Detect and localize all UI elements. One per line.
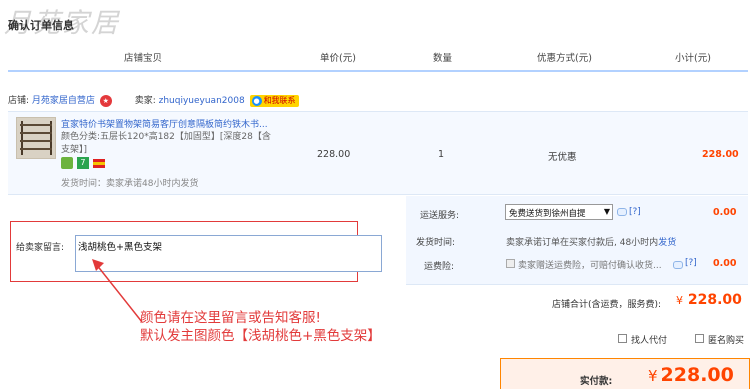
sku-line-1: 颜色分类:五层长120*高182【加固型】[深度28【含	[61, 132, 271, 142]
page-title: 确认订单信息	[8, 19, 74, 32]
shop-label: 店铺:	[8, 96, 30, 106]
annotation-line-1: 颜色请在这里留言或告知客服!	[140, 310, 321, 326]
shop-name-link[interactable]: 月苑家居自营店	[32, 96, 95, 106]
annotation-line-2: 默认发主图颜色【浅胡桃色+黑色支架】	[140, 328, 381, 344]
delivery-promise-link[interactable]: 发货	[658, 238, 676, 248]
contact-seller-button[interactable]: ● 和我联系	[249, 95, 299, 107]
item-subtotal: 228.00	[702, 149, 739, 160]
contact-seller-label: 和我联系	[263, 96, 296, 105]
header-discount: 优惠方式(元)	[537, 53, 592, 64]
product-title-link[interactable]: 宜家特价书架置物架简易客厅创意隔板简约铁木书...	[61, 117, 286, 130]
credit-card-icon[interactable]	[92, 158, 105, 168]
header-subtotal: 小计(元)	[675, 53, 711, 64]
seven-day-return-icon[interactable]: 7	[76, 157, 89, 169]
delivery-label: 发货时间:	[416, 238, 456, 248]
shelf-board	[20, 148, 52, 150]
seller-label: 卖家:	[134, 96, 156, 106]
seller-id-link[interactable]: zhuqiyueyuan2008	[159, 96, 245, 106]
product-thumbnail[interactable]	[16, 117, 56, 159]
payment-value: 228.00	[660, 364, 734, 386]
pay-for-me-checkbox[interactable]	[618, 334, 627, 343]
payment-amount: ¥228.00	[648, 364, 734, 386]
insurance-checkbox[interactable]	[506, 259, 515, 268]
anonymous-label: 匿名购买	[708, 336, 745, 346]
shipping-select[interactable]: 免费送货到徐州自提 ▼	[505, 204, 613, 220]
item-discount: 无优惠	[548, 152, 577, 163]
payment-label: 实付款:	[580, 376, 613, 387]
delivery-promise-text: 卖家承诺订单在买家付款后, 48小时内	[506, 238, 659, 248]
shelf-board	[20, 124, 52, 126]
table-header: 店铺宝贝 单价(元) 数量 优惠方式(元) 小计(元)	[8, 44, 748, 70]
dropdown-arrow-icon: ▼	[603, 207, 610, 216]
shipping-selected-value: 免费送货到徐州自提	[509, 209, 586, 219]
shipping-fee: 0.00	[713, 207, 737, 218]
shop-total-value: 228.00	[687, 292, 742, 308]
insurance-help-link[interactable]: [?]	[685, 258, 697, 268]
header-unit-price: 单价(元)	[320, 53, 356, 64]
message-icon[interactable]	[617, 208, 627, 216]
delivery-promise: 卖家承诺订单在买家付款后, 48小时内发货	[506, 235, 676, 248]
insurance-text: 卖家赠送运费险，可赔付确认收货...	[518, 261, 662, 271]
shelf-board	[20, 132, 52, 134]
shop-total-amount: ¥ 228.00	[676, 292, 742, 308]
shop-total-label: 店铺合计(含运费，服务费):	[552, 300, 662, 310]
shipping-help-link[interactable]: [?]	[629, 207, 641, 217]
message-label: 给卖家留言:	[16, 243, 65, 253]
chat-bubble-icon: ●	[251, 96, 262, 106]
insurance-fee: 0.00	[713, 258, 737, 269]
anonymous-checkbox[interactable]	[695, 334, 704, 343]
product-ship-note: 发货时间：卖家承诺48小时内发货	[61, 179, 199, 189]
payment-currency: ¥	[648, 367, 658, 385]
shop-badge-icon: ★	[99, 94, 112, 107]
item-quantity: 1	[438, 149, 445, 160]
insurance-label: 运费险:	[424, 262, 455, 272]
header-quantity: 数量	[433, 53, 453, 64]
guarantee-icon[interactable]	[61, 157, 73, 169]
shop-info-row: 店铺: 月苑家居自营店 ★ 卖家: zhuqiyueyuan2008 ● 和我联系	[8, 93, 299, 107]
sku-line-2: 支架】]	[61, 145, 88, 155]
pay-for-me-label: 找人代付	[631, 336, 668, 346]
header-shop-item: 店铺宝贝	[124, 53, 163, 64]
service-icons: 7	[61, 157, 106, 169]
shop-total-currency: ¥	[676, 294, 683, 307]
product-sku: 颜色分类:五层长120*高182【加固型】[深度28【含 支架】]	[61, 131, 286, 157]
shelf-board	[20, 140, 52, 142]
header-divider	[8, 70, 748, 72]
item-unit-price: 228.00	[317, 149, 351, 160]
message-icon[interactable]	[673, 261, 683, 269]
shipping-label: 运送服务:	[420, 211, 460, 221]
